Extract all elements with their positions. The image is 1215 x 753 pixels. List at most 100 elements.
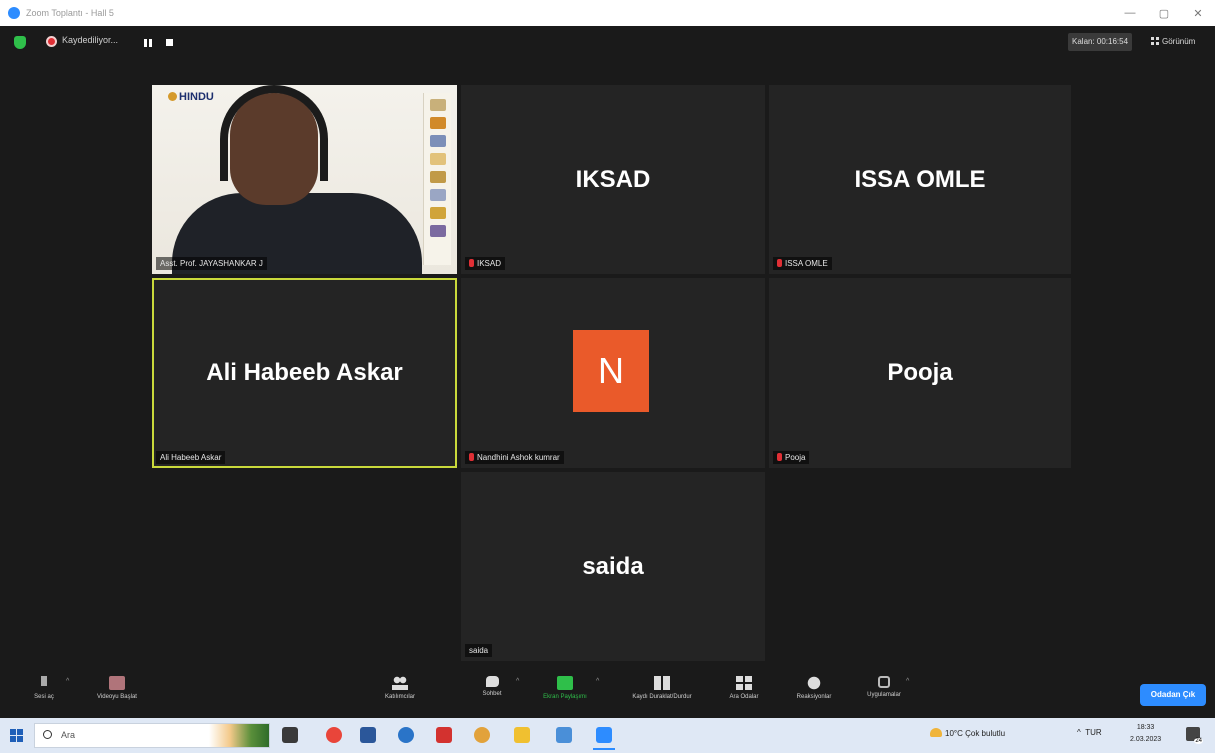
- breakout-timer: Kalan: 00:16:54: [1068, 33, 1133, 51]
- toolbar-label: Sohbet: [482, 691, 502, 697]
- browser-icon[interactable]: [474, 727, 490, 743]
- participant-name: IKSAD: [477, 259, 502, 268]
- maximize-button[interactable]: ▢: [1147, 0, 1181, 26]
- participants-button[interactable]: Katılımcılar: [370, 676, 430, 700]
- meeting-toolbar: Sesi aç ^ Videoyu Başlat Katılımcılar So…: [0, 672, 1215, 718]
- chevron-up-icon[interactable]: ^: [596, 678, 599, 685]
- toolbar-label: Reaksiyonlar: [796, 694, 832, 700]
- windows-taskbar: Ara 10°C Çok bulutlu ^ TUR 18:33 2.03.202…: [0, 718, 1215, 753]
- close-button[interactable]: ✕: [1181, 0, 1215, 26]
- participant-tile-issa[interactable]: ISSA OMLE ISSA OMLE: [769, 85, 1071, 274]
- mic-muted-icon: [469, 259, 474, 267]
- participant-nameplate: saida: [465, 644, 493, 657]
- recording-label: Kaydediliyor...: [62, 35, 119, 45]
- participant-display-name: Ali Habeeb Askar: [206, 359, 403, 386]
- zoom-logo-icon: [8, 7, 20, 19]
- cloudy-weather-icon: [930, 728, 942, 737]
- participants-icon: [392, 676, 408, 690]
- mic-muted-icon: [777, 259, 782, 267]
- toolbar-label: Kaydı Duraklat/Durdur: [632, 694, 692, 700]
- file-explorer-icon[interactable]: [514, 727, 530, 743]
- chat-button[interactable]: Sohbet: [470, 676, 514, 697]
- participant-avatar: N: [573, 330, 649, 412]
- meeting-topbar: Kaydediliyor... Kalan: 00:16:54 Görünüm: [0, 26, 1215, 62]
- apps-button[interactable]: Uygulamalar: [856, 676, 912, 698]
- participant-nameplate: IKSAD: [465, 257, 506, 270]
- participant-name: saida: [469, 646, 489, 655]
- participant-tile-ali[interactable]: Ali Habeeb Askar Ali Habeeb Askar: [152, 278, 457, 468]
- leave-room-button[interactable]: Odadan Çık: [1140, 684, 1206, 706]
- zoom-taskbar-icon[interactable]: [593, 727, 615, 750]
- headphones-icon: [220, 85, 328, 181]
- view-button[interactable]: Görünüm: [1151, 33, 1195, 51]
- recording-dot-icon: [46, 36, 57, 47]
- search-placeholder: Ara: [61, 730, 76, 740]
- task-view-icon[interactable]: [282, 727, 298, 743]
- mic-muted-icon: [469, 453, 474, 461]
- chevron-up-icon[interactable]: ^: [66, 678, 69, 685]
- pause-recording-icon[interactable]: [144, 39, 152, 47]
- participant-tile-saida[interactable]: saida saida: [461, 472, 765, 661]
- unmute-button[interactable]: Sesi aç: [22, 676, 66, 700]
- breakout-rooms-icon: [736, 676, 752, 690]
- clock-date: 2.03.2023: [1130, 736, 1162, 743]
- language-indicator[interactable]: ^ TUR: [1077, 728, 1102, 737]
- apps-icon: [878, 676, 890, 688]
- participant-name: Pooja: [785, 453, 806, 462]
- chat-icon: [485, 676, 499, 687]
- minimize-button[interactable]: —: [1113, 0, 1147, 26]
- reactions-button[interactable]: Reaksiyonlar: [786, 676, 842, 700]
- start-video-button[interactable]: Videoyu Başlat: [82, 676, 152, 700]
- chevron-up-icon[interactable]: ^: [516, 678, 519, 685]
- toolbar-label: Sesi aç: [34, 694, 54, 700]
- tray-chevron-up-icon[interactable]: ^: [1077, 728, 1085, 737]
- notification-count: 24: [1194, 738, 1203, 744]
- participant-nameplate: Pooja: [773, 451, 810, 464]
- search-highlight-art: [209, 724, 269, 747]
- participant-display-name: saida: [582, 552, 644, 580]
- stop-recording-icon[interactable]: [166, 39, 173, 46]
- window-title: Zoom Toplantı - Hall 5: [26, 8, 114, 18]
- microphone-muted-icon: [36, 676, 52, 690]
- notifications-icon[interactable]: 24: [1186, 727, 1203, 744]
- chrome-icon[interactable]: [326, 727, 342, 743]
- mic-muted-icon: [777, 453, 782, 461]
- logo-emblem-icon: [168, 92, 177, 101]
- window-titlebar: Zoom Toplantı - Hall 5 — ▢ ✕: [0, 0, 1215, 26]
- window-controls: — ▢ ✕: [1113, 0, 1215, 26]
- security-shield-icon[interactable]: [14, 36, 26, 49]
- pause-stop-recording-button[interactable]: Kaydı Duraklat/Durdur: [610, 676, 714, 700]
- weather-widget[interactable]: 10°C Çok bulutlu: [930, 728, 1005, 738]
- app-icon[interactable]: [556, 727, 572, 743]
- participant-name: Nandhini Ashok kumrar: [477, 453, 560, 462]
- toolbar-label: Videoyu Başlat: [97, 694, 137, 700]
- word-icon[interactable]: [360, 727, 376, 743]
- search-icon: [43, 730, 52, 739]
- video-off-icon: [109, 676, 125, 690]
- participant-name: Ali Habeeb Askar: [160, 453, 222, 462]
- participant-tile-jayashankar[interactable]: HINDU Asst. Prof. JAYASHANKAR J: [152, 85, 457, 274]
- participant-nameplate: ISSA OMLE: [773, 257, 832, 270]
- pdf-reader-icon[interactable]: [436, 727, 452, 743]
- participant-nameplate: Nandhini Ashok kumrar: [465, 451, 564, 464]
- share-screen-button[interactable]: Ekran Paylaşımı: [528, 676, 602, 700]
- participant-tile-iksad[interactable]: IKSAD IKSAD: [461, 85, 765, 274]
- participant-tile-nandhini[interactable]: N Nandhini Ashok kumrar: [461, 278, 765, 468]
- participant-name: ISSA OMLE: [785, 259, 828, 268]
- reactions-icon: [806, 676, 822, 690]
- breakout-rooms-button[interactable]: Ara Odalar: [722, 676, 766, 700]
- taskbar-clock[interactable]: 18:33 2.03.2023: [1130, 722, 1161, 746]
- participant-nameplate: Asst. Prof. JAYASHANKAR J: [156, 257, 267, 270]
- view-label: Görünüm: [1162, 37, 1196, 46]
- edge-icon[interactable]: [398, 727, 414, 743]
- weather-text: 10°C Çok bulutlu: [945, 729, 1006, 738]
- chevron-up-icon[interactable]: ^: [906, 678, 909, 685]
- toolbar-label: Katılımcılar: [384, 694, 415, 700]
- taskbar-search-input[interactable]: Ara: [34, 723, 270, 748]
- background-logo-text: HINDU: [179, 91, 214, 103]
- participant-tile-pooja[interactable]: Pooja Pooja: [769, 278, 1071, 468]
- participant-name: Asst. Prof. JAYASHANKAR J: [160, 259, 263, 268]
- windows-start-icon[interactable]: [10, 729, 23, 742]
- toolbar-label: Ekran Paylaşımı: [543, 694, 587, 700]
- background-poster: [423, 93, 451, 265]
